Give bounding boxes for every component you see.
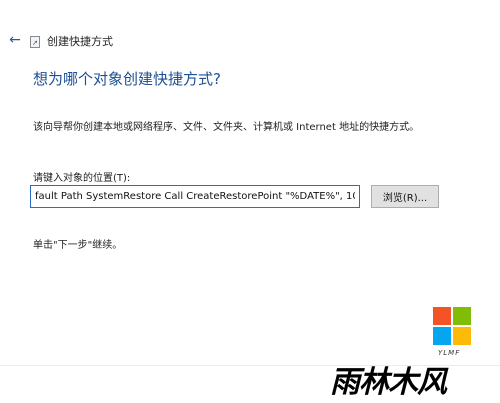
logo-red-square — [433, 307, 451, 325]
logo-green-square — [453, 307, 471, 325]
watermark-subtext: YLMF — [438, 349, 461, 357]
title-bar: ← ↗ 创建快捷方式 — [0, 0, 500, 70]
next-step-hint: 单击"下一步"继续。 — [33, 240, 123, 251]
windows-logo-icon — [433, 307, 473, 347]
location-label: 请键入对象的位置(T): — [33, 173, 131, 184]
watermark-brand: 雨林木风 — [330, 365, 447, 400]
logo-blue-square — [433, 327, 451, 345]
location-input[interactable] — [30, 185, 360, 208]
wizard-description: 该向导帮你创建本地或网络程序、文件、文件夹、计算机或 Internet 地址的快… — [33, 122, 420, 133]
logo-yellow-square — [453, 327, 471, 345]
create-shortcut-dialog: ← ↗ 创建快捷方式 想为哪个对象创建快捷方式? 该向导帮你创建本地或网络程序、… — [0, 0, 500, 403]
window-title: 创建快捷方式 — [47, 35, 113, 48]
shortcut-icon: ↗ — [30, 36, 40, 48]
watermark-logo: YLMF 雨林木风 — [330, 307, 490, 400]
page-heading: 想为哪个对象创建快捷方式? — [33, 70, 221, 88]
back-arrow-icon[interactable]: ← — [5, 30, 25, 50]
shortcut-arrow-icon: ↗ — [32, 39, 38, 47]
browse-button[interactable]: 浏览(R)... — [371, 185, 439, 208]
